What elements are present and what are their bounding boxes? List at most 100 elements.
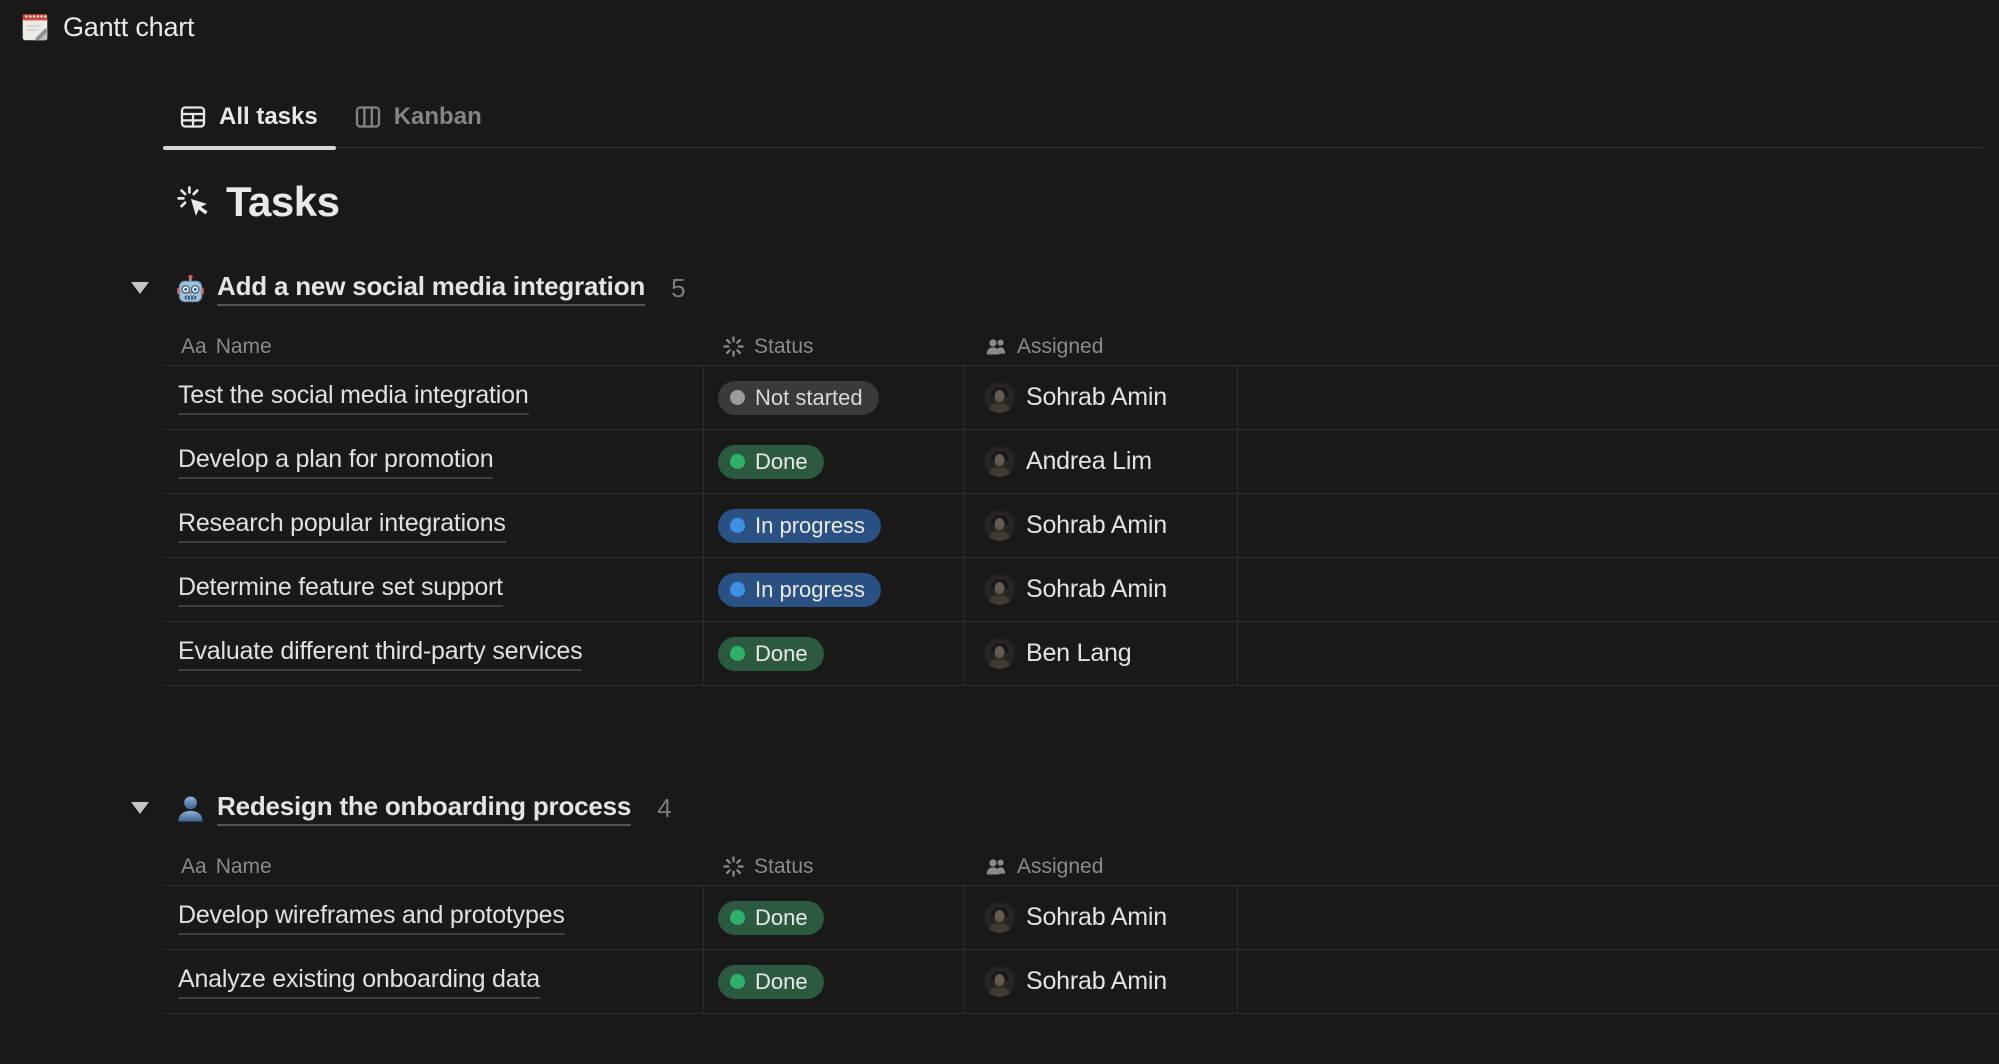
column-label: Assigned (1017, 335, 1103, 359)
status-cell[interactable]: Done (704, 622, 965, 685)
name-cell[interactable]: Evaluate different third-party services (163, 622, 704, 685)
assignee-cell[interactable]: Ben Lang (965, 622, 1238, 685)
status-cell[interactable]: Done (704, 886, 965, 949)
table-row: Determine feature set support In progres… (163, 558, 1999, 622)
name-cell[interactable]: Analyze existing onboarding data (163, 950, 704, 1013)
task-group-1: Add a new social media integration 5 Aa … (163, 270, 1999, 686)
assignee-name: Sohrab Amin (1026, 511, 1167, 540)
person-silhouette-icon (175, 793, 206, 824)
status-label: In progress (755, 577, 865, 603)
status-cell[interactable]: In progress (704, 494, 965, 557)
status-pill[interactable]: Done (718, 445, 824, 479)
status-cell[interactable]: Not started (704, 366, 965, 429)
task-name-link[interactable]: Determine feature set support (178, 573, 503, 607)
status-spinner-icon (722, 855, 745, 878)
tab-label: All tasks (219, 102, 318, 132)
status-label: Done (755, 449, 808, 475)
task-name-link[interactable]: Evaluate different third-party services (178, 637, 582, 671)
group-header: Add a new social media integration 5 (131, 270, 1999, 306)
status-dot (730, 974, 745, 989)
task-name-link[interactable]: Test the social media integration (178, 381, 529, 415)
status-cell[interactable]: Done (704, 950, 965, 1013)
assignee-name: Sohrab Amin (1026, 967, 1167, 996)
task-name-link[interactable]: Develop wireframes and prototypes (178, 901, 565, 935)
column-header-name[interactable]: Aa Name (163, 328, 704, 365)
column-header-spacer (1238, 328, 1999, 365)
tab-label: Kanban (394, 102, 482, 132)
task-name-link[interactable]: Research popular integrations (178, 509, 506, 543)
column-header-assigned[interactable]: Assigned (965, 848, 1238, 885)
column-label: Status (754, 855, 814, 879)
status-dot (730, 582, 745, 597)
row-spacer (1238, 886, 1999, 949)
name-cell[interactable]: Test the social media integration (163, 366, 704, 429)
group-header: Redesign the onboarding process 4 (131, 790, 1999, 826)
row-spacer (1238, 950, 1999, 1013)
task-group-2: Redesign the onboarding process 4 Aa Nam… (163, 790, 1999, 1014)
table-row: Develop a plan for promotion Done Andrea… (163, 430, 1999, 494)
text-icon: Aa (181, 335, 207, 359)
name-cell[interactable]: Determine feature set support (163, 558, 704, 621)
column-header-assigned[interactable]: Assigned (965, 328, 1238, 365)
group-title-link[interactable]: Redesign the onboarding process (217, 791, 631, 826)
table-row: Evaluate different third-party services … (163, 622, 1999, 686)
status-pill[interactable]: In progress (718, 509, 881, 543)
table-row: Test the social media integration Not st… (163, 366, 1999, 430)
assignee-cell[interactable]: Sohrab Amin (965, 886, 1238, 949)
people-icon (985, 855, 1008, 878)
name-cell[interactable]: Develop a plan for promotion (163, 430, 704, 493)
status-dot (730, 646, 745, 661)
status-dot (730, 454, 745, 469)
status-dot (730, 390, 745, 405)
table-header-row: Aa Name Status (163, 848, 1999, 886)
table-row: Develop wireframes and prototypes Done S… (163, 886, 1999, 950)
table-row: Research popular integrations In progres… (163, 494, 1999, 558)
status-dot (730, 518, 745, 533)
avatar (984, 574, 1015, 605)
status-pill[interactable]: Not started (718, 381, 879, 415)
status-label: Done (755, 969, 808, 995)
status-pill[interactable]: Done (718, 901, 824, 935)
assignee-cell[interactable]: Andrea Lim (965, 430, 1238, 493)
status-pill[interactable]: Done (718, 965, 824, 999)
tab-all-tasks[interactable]: All tasks (163, 102, 336, 147)
assignee-cell[interactable]: Sohrab Amin (965, 366, 1238, 429)
column-header-name[interactable]: Aa Name (163, 848, 704, 885)
collapse-toggle-icon[interactable] (131, 282, 149, 294)
assignee-cell[interactable]: Sohrab Amin (965, 494, 1238, 557)
task-table: Aa Name Status (163, 328, 1999, 686)
status-pill[interactable]: In progress (718, 573, 881, 607)
robot-icon (175, 273, 206, 304)
view-tabbar: All tasks Kanban (163, 102, 1982, 148)
column-header-status[interactable]: Status (704, 328, 965, 365)
status-pill[interactable]: Done (718, 637, 824, 671)
task-name-link[interactable]: Develop a plan for promotion (178, 445, 493, 479)
task-name-link[interactable]: Analyze existing onboarding data (178, 965, 540, 999)
name-cell[interactable]: Research popular integrations (163, 494, 704, 557)
column-label: Name (216, 855, 272, 879)
status-label: In progress (755, 513, 865, 539)
table-icon (178, 102, 208, 132)
collection-heading: Tasks (163, 178, 1999, 226)
page-titlebar: Gantt chart (0, 0, 1999, 46)
collapse-toggle-icon[interactable] (131, 802, 149, 814)
column-label: Name (216, 335, 272, 359)
group-title-link[interactable]: Add a new social media integration (217, 271, 645, 306)
avatar (984, 966, 1015, 997)
assignee-cell[interactable]: Sohrab Amin (965, 950, 1238, 1013)
assignee-cell[interactable]: Sohrab Amin (965, 558, 1238, 621)
group-count: 5 (671, 273, 685, 304)
status-cell[interactable]: Done (704, 430, 965, 493)
status-dot (730, 910, 745, 925)
click-burst-icon (175, 184, 212, 221)
status-label: Not started (755, 385, 863, 411)
status-cell[interactable]: In progress (704, 558, 965, 621)
assignee-name: Sohrab Amin (1026, 903, 1167, 932)
tab-kanban[interactable]: Kanban (338, 102, 500, 147)
spiral-notepad-icon (18, 10, 52, 44)
kanban-icon (353, 102, 383, 132)
name-cell[interactable]: Develop wireframes and prototypes (163, 886, 704, 949)
column-header-status[interactable]: Status (704, 848, 965, 885)
table-row: Analyze existing onboarding data Done So… (163, 950, 1999, 1014)
column-label: Status (754, 335, 814, 359)
